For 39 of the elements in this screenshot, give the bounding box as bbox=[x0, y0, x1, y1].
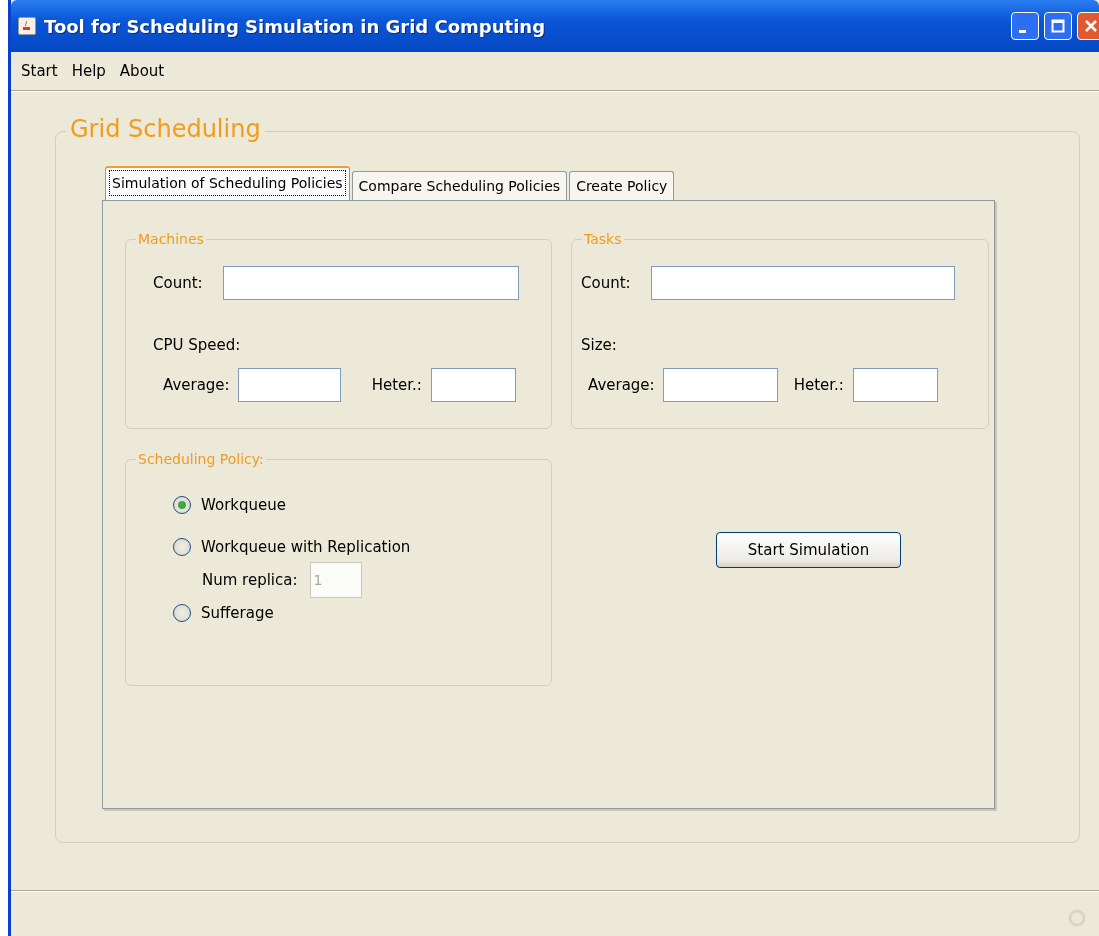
radio-button[interactable] bbox=[173, 496, 191, 514]
minimize-button[interactable] bbox=[1011, 12, 1039, 40]
count-label: Count: bbox=[581, 274, 631, 292]
radio-button[interactable] bbox=[173, 538, 191, 556]
option-label: Sufferage bbox=[201, 604, 274, 622]
average-field[interactable] bbox=[662, 368, 778, 402]
close-button[interactable] bbox=[1077, 12, 1099, 40]
option-label: Workqueue bbox=[201, 496, 286, 514]
count-label: Count: bbox=[153, 274, 203, 292]
option-label: Workqueue with Replication bbox=[201, 538, 411, 556]
maximize-icon bbox=[1051, 19, 1065, 33]
group-label: Size: bbox=[581, 336, 617, 354]
count-field[interactable] bbox=[222, 266, 519, 300]
start-simulation-button[interactable]: Start Simulation bbox=[716, 532, 901, 568]
window-title: Tool for Scheduling Simulation in Grid Computing bbox=[44, 15, 546, 37]
average-field[interactable] bbox=[237, 368, 341, 402]
maximize-button[interactable] bbox=[1044, 12, 1072, 40]
group-title: Tasks bbox=[582, 231, 624, 247]
group-label: CPU Speed: bbox=[153, 336, 241, 354]
menu-item[interactable]: About bbox=[119, 62, 165, 80]
count-field[interactable] bbox=[650, 266, 955, 300]
cup-icon bbox=[21, 20, 33, 32]
menu-item[interactable]: Help bbox=[71, 62, 106, 80]
replica-label: Num replica: bbox=[202, 571, 298, 589]
tab[interactable]: Create Policy bbox=[569, 171, 675, 200]
average-label: Average: bbox=[588, 376, 655, 394]
heter-field[interactable] bbox=[430, 368, 516, 402]
average-label: Average: bbox=[163, 376, 230, 394]
group-title: Scheduling Policy: bbox=[136, 451, 266, 467]
heter-field[interactable] bbox=[852, 368, 938, 402]
menu-item[interactable]: Start bbox=[21, 62, 58, 80]
group-title: Machines bbox=[136, 231, 206, 247]
minimize-icon bbox=[1019, 29, 1026, 33]
heter-label: Heter.: bbox=[371, 376, 422, 394]
close-icon bbox=[1084, 19, 1098, 33]
heter-label: Heter.: bbox=[793, 376, 844, 394]
radio-button[interactable] bbox=[173, 604, 191, 622]
tab[interactable]: Simulation of Scheduling Policies bbox=[105, 166, 350, 200]
tab[interactable]: Compare Scheduling Policies bbox=[351, 171, 568, 200]
